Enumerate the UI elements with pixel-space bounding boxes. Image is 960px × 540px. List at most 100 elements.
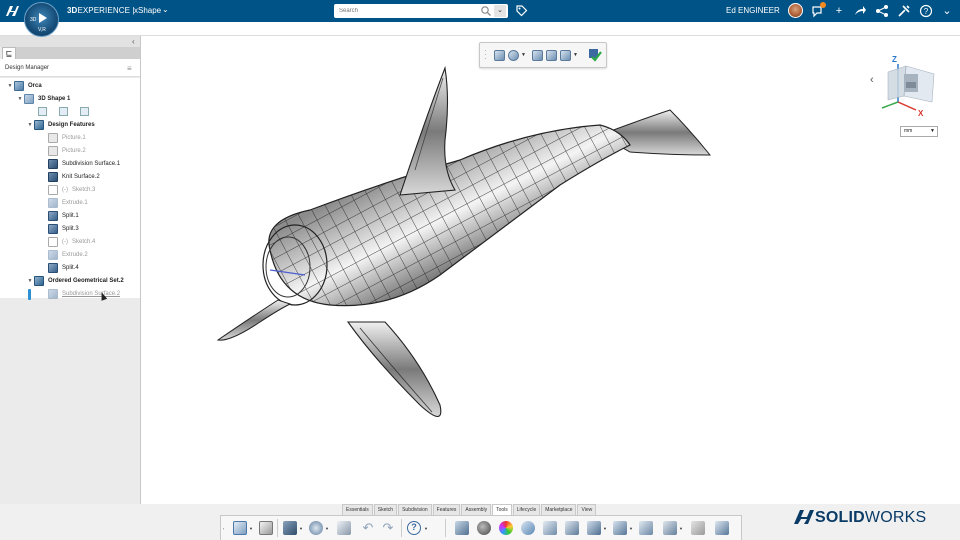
tab-marketplace[interactable]: Marketplace <box>541 504 577 515</box>
features-icon <box>34 120 44 130</box>
tree-item-prefix: (-) <box>62 187 68 193</box>
image-icon[interactable] <box>455 521 469 535</box>
chevron-left-icon[interactable]: ‹ <box>223 526 224 531</box>
menu-icon[interactable]: ≡ <box>127 64 132 73</box>
tab-lifecycle[interactable]: Lifecycle <box>512 504 541 515</box>
expand-toggle-icon[interactable]: ▼ <box>16 96 24 102</box>
chevron-down-icon[interactable]: ▼ <box>679 526 683 531</box>
shape-icon <box>24 94 34 104</box>
search-box[interactable]: ⌄ <box>334 4 508 18</box>
help-icon[interactable]: ? <box>919 4 933 18</box>
unit-select[interactable]: mm ▼ <box>900 126 938 137</box>
tab-subdivision[interactable]: Subdivision <box>398 504 432 515</box>
tree-item-knit-surface-2[interactable]: Knit Surface.2 <box>40 171 100 183</box>
tree-item-3d-shape[interactable]: ▼ 3D Shape 1 <box>16 93 70 105</box>
filter-icon[interactable] <box>691 521 705 535</box>
file-icon[interactable] <box>639 521 653 535</box>
tree-item-picture-1[interactable]: Picture.1 <box>40 132 86 144</box>
user-name[interactable]: Ed ENGINEER <box>726 6 780 15</box>
draft-analysis-icon[interactable] <box>587 521 601 535</box>
tree-item-orca[interactable]: ▼ Orca <box>6 80 42 92</box>
tree-item-label: Subdivision Surface.1 <box>62 161 121 167</box>
tree-item-ordered-geometrical-set-2[interactable]: ▼ Ordered Geometrical Set.2 <box>26 275 124 287</box>
sketch-icon <box>48 185 58 195</box>
chevron-down-icon[interactable]: ▼ <box>629 526 633 531</box>
redo-icon[interactable]: ↷ <box>381 521 395 535</box>
chevron-down-icon[interactable]: ▼ <box>573 52 578 58</box>
tab-assembly[interactable]: Assembly <box>461 504 492 515</box>
share-arrow-icon[interactable] <box>853 4 867 18</box>
tree-item-subdivision-surface-1[interactable]: Subdivision Surface.1 <box>40 158 120 170</box>
view-cube-icon[interactable]: Z X <box>866 52 946 118</box>
body-icon <box>14 81 24 91</box>
search-dropdown-icon[interactable]: ⌄ <box>494 5 506 17</box>
tree-item-picture-2[interactable]: Picture.2 <box>40 145 86 157</box>
analysis-icon[interactable] <box>565 521 579 535</box>
tree-item-extrude-2[interactable]: Extrude.2 <box>40 249 88 261</box>
copy-icon[interactable] <box>337 521 351 535</box>
tab-view[interactable]: View <box>577 504 597 515</box>
tab-sketch[interactable]: Sketch <box>373 504 398 515</box>
export-icon[interactable] <box>663 521 677 535</box>
new-part-icon[interactable] <box>259 521 273 535</box>
tree-item-split-3[interactable]: Split.3 <box>40 223 79 235</box>
help-icon[interactable]: ? <box>407 521 421 535</box>
collapse-panel-icon[interactable]: ‹ <box>132 37 135 46</box>
material-icon[interactable] <box>477 521 491 535</box>
undo-icon[interactable]: ↶ <box>361 521 375 535</box>
customize-icon[interactable] <box>715 521 729 535</box>
measure-icon[interactable] <box>521 521 535 535</box>
appearance-color-icon[interactable] <box>499 521 513 535</box>
solidworks-wordmark: SOLIDWORKS <box>815 509 927 526</box>
expand-toggle-icon[interactable]: ▼ <box>26 278 34 284</box>
orca-model[interactable] <box>200 60 720 430</box>
chevron-down-icon[interactable]: ▼ <box>424 526 428 531</box>
network-share-icon[interactable] <box>875 4 889 18</box>
tree-item-split-1[interactable]: Split.1 <box>40 210 79 222</box>
chevron-down-icon[interactable]: ▼ <box>299 526 303 531</box>
plane-yz-icon[interactable] <box>59 106 68 116</box>
tree-item-sketch-3[interactable]: (-) Sketch.3 <box>40 184 95 196</box>
tree-item-split-4[interactable]: Split.4 <box>40 262 79 274</box>
tree-item-design-features[interactable]: ▼ Design Features <box>26 119 95 131</box>
add-icon[interactable]: + <box>832 4 846 18</box>
avatar[interactable] <box>788 3 803 18</box>
search-input[interactable] <box>339 6 479 16</box>
app-name[interactable]: xShape <box>134 6 161 15</box>
chevron-down-icon[interactable]: ⌄ <box>940 4 954 18</box>
save-icon[interactable] <box>283 521 297 535</box>
chevron-down-icon[interactable]: ▼ <box>603 526 607 531</box>
feature-tree-tab[interactable]: ⊑ <box>2 47 16 59</box>
expand-toggle-icon[interactable]: ▼ <box>26 122 34 128</box>
mass-properties-icon[interactable] <box>543 521 557 535</box>
select-tool-icon[interactable] <box>233 521 247 535</box>
tab-tools[interactable]: Tools <box>492 504 512 515</box>
chevron-down-icon[interactable]: ▼ <box>325 526 329 531</box>
extrude-icon <box>48 250 58 260</box>
tab-features[interactable]: Features <box>432 504 461 515</box>
tree-item-planes[interactable] <box>38 105 101 117</box>
chevron-down-icon[interactable]: ▼ <box>521 52 526 58</box>
expand-toggle-icon[interactable]: ▼ <box>6 83 14 89</box>
compass[interactable]: 3D V,R <box>24 2 59 37</box>
search-icon[interactable] <box>480 5 492 17</box>
panel-strip <box>0 36 140 47</box>
plane-zx-icon[interactable] <box>80 106 89 116</box>
chevron-down-icon[interactable]: ▼ <box>249 526 253 531</box>
tools-icon[interactable] <box>897 4 911 18</box>
tag-icon[interactable] <box>515 4 528 17</box>
knit-icon <box>48 172 58 182</box>
tab-essentials[interactable]: Essentials <box>342 504 373 515</box>
split-icon <box>48 211 58 221</box>
plane-xy-icon[interactable] <box>38 106 47 116</box>
geoset-icon <box>34 276 44 286</box>
curvature-icon[interactable] <box>613 521 627 535</box>
tree-item-subdivision-surface-2[interactable]: Subdivision Surface.2 <box>40 288 120 300</box>
tree-item-label: Sketch.3 <box>72 187 96 193</box>
options-gear-icon[interactable] <box>309 521 323 535</box>
app-chevron-down-icon[interactable]: ⌄ <box>162 5 169 14</box>
tree-item-sketch-4[interactable]: (-) Sketch.4 <box>40 236 95 248</box>
svg-text:?: ? <box>924 7 929 16</box>
separator <box>401 519 402 537</box>
tree-item-extrude-1[interactable]: Extrude.1 <box>40 197 88 209</box>
